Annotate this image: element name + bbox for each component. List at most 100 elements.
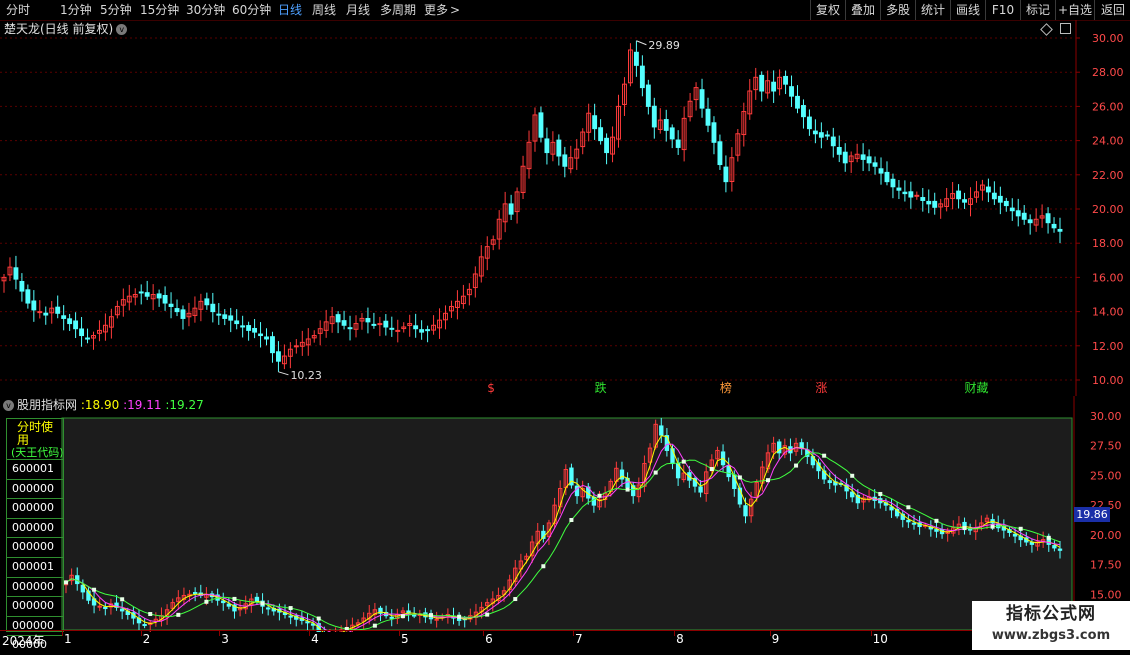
candle-body bbox=[162, 295, 168, 304]
tab-1min[interactable]: 1分钟 bbox=[60, 0, 92, 20]
candle-body bbox=[645, 84, 651, 107]
indicator-tick-label: 20.00 bbox=[1090, 529, 1122, 542]
candle-body bbox=[639, 65, 645, 89]
candle-body bbox=[371, 323, 377, 326]
indicator-candle-body bbox=[911, 522, 917, 525]
indicator-name: 股朋指标网 bbox=[17, 398, 78, 412]
indicator-marker bbox=[176, 612, 181, 617]
low-price-label: 10.23 bbox=[290, 369, 322, 382]
tab-5min[interactable]: 5分钟 bbox=[100, 0, 132, 20]
signal-marker: 涨 bbox=[815, 380, 827, 395]
candle-body bbox=[705, 108, 711, 126]
indicator-candle-body bbox=[265, 607, 271, 610]
indicator-dropdown-icon[interactable]: v bbox=[3, 400, 14, 411]
watermark-url: www.zbgs3.com bbox=[991, 628, 1111, 643]
indicator-marker bbox=[92, 587, 97, 592]
legend-row: 000001 bbox=[7, 556, 63, 577]
candle-body bbox=[866, 156, 872, 164]
mark-button[interactable]: 标记 bbox=[1020, 0, 1055, 20]
tab-weekly[interactable]: 周线 bbox=[312, 0, 336, 20]
indicator-chart[interactable]: 30.0027.5025.0022.5020.0017.5015.0012.50 bbox=[0, 396, 1130, 632]
title-dropdown-icon[interactable]: v bbox=[116, 24, 128, 35]
price-grid bbox=[0, 20, 1080, 396]
f10-button[interactable]: F10 bbox=[985, 0, 1020, 20]
candle-body bbox=[902, 191, 908, 195]
kline-chart[interactable]: 30.00 28.00 26.00 24.00 22.00 20.00 18.00 16.00… bbox=[0, 20, 1130, 396]
candle-body bbox=[604, 137, 610, 154]
tab-monthly[interactable]: 月线 bbox=[346, 0, 370, 20]
candle-body bbox=[842, 151, 848, 164]
indicator-marker bbox=[541, 564, 546, 569]
indicator-marker bbox=[457, 614, 462, 619]
candle-body bbox=[926, 200, 932, 205]
indicator-marker bbox=[232, 596, 237, 601]
candle-body bbox=[419, 329, 425, 333]
indicator-marker bbox=[737, 475, 742, 480]
month-label: 7 bbox=[575, 632, 583, 646]
indicator-candle-body bbox=[288, 615, 293, 618]
candle-body bbox=[771, 81, 777, 92]
indicator-candle-body bbox=[456, 618, 462, 621]
indicator-legend-box: 分时使用 (天王代码) 600001 000000 000000 000000 0000… bbox=[6, 418, 64, 651]
indicator-marker bbox=[400, 614, 405, 619]
tab-multi-period[interactable]: 多周期 bbox=[380, 0, 416, 20]
price-tick-label: 20.00 bbox=[1092, 203, 1124, 216]
candle-body bbox=[79, 328, 84, 337]
multi-stock-button[interactable]: 多股 bbox=[880, 0, 915, 20]
price-tick-label: 12.00 bbox=[1092, 340, 1124, 353]
candle-body bbox=[556, 139, 562, 157]
month-tick bbox=[674, 631, 676, 636]
tab-30min[interactable]: 30分钟 bbox=[186, 0, 225, 20]
tab-more[interactable]: 更多 bbox=[424, 0, 448, 20]
overlay-button[interactable]: 叠加 bbox=[845, 0, 880, 20]
tab-daily[interactable]: 日线 bbox=[278, 0, 302, 20]
indicator-candle-body bbox=[226, 603, 232, 607]
draw-line-button[interactable]: 画线 bbox=[950, 0, 985, 20]
candle-body bbox=[699, 89, 705, 109]
indicator-candle-body bbox=[1029, 541, 1035, 545]
candle-body bbox=[860, 154, 866, 160]
indicator-candle-body bbox=[434, 618, 439, 621]
indicator-marker bbox=[709, 467, 714, 472]
candle-body bbox=[395, 329, 401, 332]
add-watchlist-button[interactable]: +自选 bbox=[1055, 0, 1094, 20]
fuquan-button[interactable]: 复权 bbox=[810, 0, 845, 20]
more-chevron-icon[interactable]: > bbox=[450, 0, 460, 20]
indicator-marker bbox=[120, 597, 125, 602]
tab-15min[interactable]: 15分钟 bbox=[140, 0, 179, 20]
statistics-button[interactable]: 统计 bbox=[915, 0, 950, 20]
indicator-tick-label: 27.50 bbox=[1090, 440, 1122, 453]
indicator-candle-body bbox=[254, 596, 260, 602]
month-label: 2 bbox=[142, 632, 151, 646]
indicator-candle-body bbox=[906, 519, 911, 523]
indicator-marker bbox=[934, 518, 939, 523]
indicator-candle-body bbox=[103, 606, 108, 610]
high-price-label: 29.89 bbox=[648, 39, 680, 52]
legend-rows: 600001 000000 000000 000000 000000 000001 0000… bbox=[7, 459, 63, 655]
month-tick bbox=[309, 631, 311, 636]
indicator-marker bbox=[429, 613, 434, 618]
month-tick bbox=[483, 631, 485, 636]
watermark-title: 指标公式网 bbox=[1006, 604, 1096, 624]
indicator-candle-body bbox=[1012, 533, 1018, 537]
indicator-title-bar: v 股朋指标网 :18.90 :19.11 :19.27 bbox=[2, 398, 204, 413]
candle-body bbox=[812, 130, 818, 135]
indicator-marker bbox=[204, 599, 209, 604]
tab-60min[interactable]: 60分钟 bbox=[232, 0, 271, 20]
indicator-candle-body bbox=[827, 480, 832, 484]
collapse-icon[interactable] bbox=[1060, 23, 1071, 34]
indicator-tick-label: 25.00 bbox=[1090, 469, 1122, 482]
candle-body bbox=[717, 141, 723, 166]
month-tick bbox=[140, 631, 142, 636]
candle-body bbox=[1057, 228, 1063, 232]
candle-body bbox=[174, 308, 180, 313]
indicator-marker bbox=[878, 491, 883, 496]
signal-marker: 跌 bbox=[595, 380, 607, 395]
back-button[interactable]: 返回 bbox=[1094, 0, 1130, 20]
candle-body bbox=[806, 116, 812, 130]
candle-body bbox=[997, 195, 1003, 203]
month-label: 5 bbox=[400, 632, 409, 646]
candle-body bbox=[890, 178, 896, 188]
indicator-marker bbox=[765, 478, 770, 483]
tab-fenshi[interactable]: 分时 bbox=[6, 0, 30, 20]
